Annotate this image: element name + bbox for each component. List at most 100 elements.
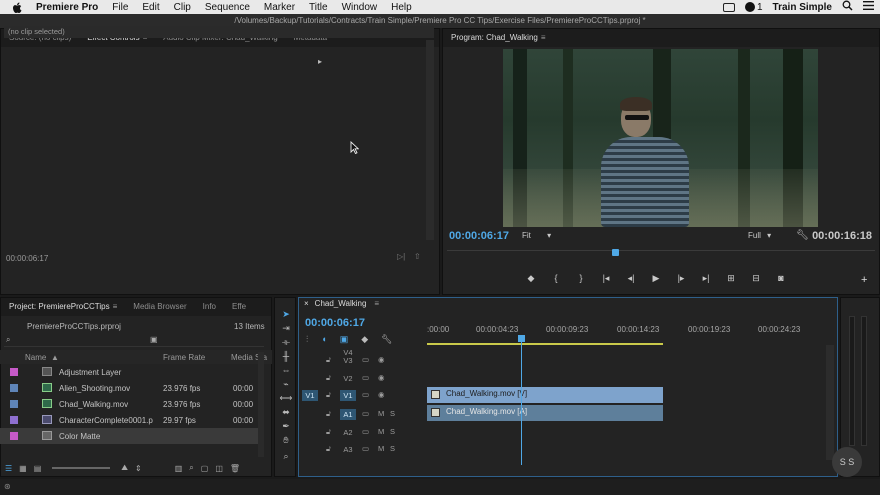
- new-bin-footer-icon[interactable]: ▢: [201, 464, 209, 473]
- work-area-bar[interactable]: [427, 343, 663, 345]
- timeline-ruler[interactable]: :00:00 00:00:04:23 00:00:09:23 00:00:14:…: [427, 322, 832, 344]
- selection-tool-icon[interactable]: ➤: [279, 308, 293, 320]
- eye-icon[interactable]: ◉: [378, 390, 385, 399]
- track-label[interactable]: A1: [340, 409, 356, 420]
- user-name[interactable]: Train Simple: [773, 2, 832, 13]
- sort-icons-icon[interactable]: ⛰: [121, 463, 128, 473]
- eye-icon[interactable]: ◉: [378, 355, 385, 364]
- mute-button[interactable]: M: [378, 444, 384, 453]
- rolling-edit-tool-icon[interactable]: ╫: [279, 350, 293, 362]
- lock-icon[interactable]: 🔓︎: [326, 444, 331, 454]
- solo-button[interactable]: S: [390, 409, 395, 418]
- find-icon[interactable]: ⌕: [189, 463, 193, 473]
- project-item[interactable]: Color Matte: [0, 428, 260, 444]
- menu-app[interactable]: Premiere Pro: [36, 2, 98, 13]
- column-name[interactable]: Name: [25, 353, 46, 362]
- ripple-edit-tool-icon[interactable]: ⟛: [279, 336, 293, 348]
- project-scrollbar[interactable]: [258, 352, 264, 457]
- notification-center-icon[interactable]: [863, 1, 874, 13]
- export-frame-icon[interactable]: ◙: [775, 273, 787, 284]
- resolution-select[interactable]: Full ▾: [748, 231, 771, 240]
- program-time-ruler[interactable]: [447, 250, 875, 262]
- lock-icon[interactable]: 🔓︎: [326, 427, 331, 437]
- track-label[interactable]: A3: [340, 444, 356, 455]
- track-label[interactable]: V3: [340, 355, 356, 366]
- project-item[interactable]: Chad_Walking.mov 23.976 fps 00:00: [0, 396, 260, 412]
- go-to-in-icon[interactable]: |◂: [600, 273, 612, 284]
- new-bin-icon[interactable]: ▣: [150, 335, 158, 344]
- timeline-clip-audio[interactable]: Chad_Walking.mov [A]: [427, 405, 663, 421]
- step-forward-icon[interactable]: |▸: [675, 273, 687, 284]
- source-patch-v1[interactable]: V1: [302, 390, 318, 401]
- step-back-icon[interactable]: ◂|: [625, 273, 637, 284]
- menu-file[interactable]: File: [112, 2, 128, 13]
- zoom-slider[interactable]: [52, 467, 111, 469]
- effect-controls-timecode[interactable]: 00:00:06:17: [6, 254, 48, 263]
- program-timecode[interactable]: 00:00:06:17: [449, 230, 509, 242]
- menu-marker[interactable]: Marker: [264, 2, 295, 13]
- tab-info[interactable]: Info: [195, 298, 224, 316]
- sync-lock-icon[interactable]: ▭: [362, 355, 369, 364]
- tab-sequence[interactable]: × Chad_Walking ≡: [304, 299, 379, 308]
- export-icon[interactable]: ⇧: [414, 252, 424, 261]
- lock-icon[interactable]: 🔓︎: [326, 390, 331, 400]
- extract-icon[interactable]: ⊟: [750, 273, 762, 284]
- filter-icon[interactable]: ▷|: [397, 252, 407, 261]
- track-label[interactable]: V1: [340, 390, 356, 401]
- spotlight-search-icon[interactable]: [842, 0, 853, 14]
- menu-title[interactable]: Title: [309, 2, 328, 13]
- mute-button[interactable]: M: [378, 409, 384, 418]
- out-point-icon[interactable]: }: [575, 273, 587, 284]
- project-item[interactable]: Adjustment Layer: [0, 364, 260, 380]
- eye-icon[interactable]: ◉: [378, 373, 385, 382]
- notification-badge[interactable]: 1: [744, 2, 763, 13]
- add-button-icon[interactable]: +: [861, 274, 867, 286]
- menu-edit[interactable]: Edit: [142, 2, 159, 13]
- go-to-out-icon[interactable]: ▸|: [700, 273, 712, 284]
- project-item[interactable]: CharacterComplete0001.p 29.97 fps 00:00: [0, 412, 260, 428]
- render-status-icon[interactable]: ⊛: [4, 482, 11, 491]
- tab-program[interactable]: Program: Chad_Walking ≡: [443, 29, 554, 47]
- razor-tool-icon[interactable]: ⌁: [279, 378, 293, 390]
- sort-order-icon[interactable]: ⇕: [135, 464, 142, 473]
- track-label[interactable]: A2: [340, 427, 356, 438]
- freeform-view-icon[interactable]: ▤: [34, 464, 42, 473]
- icon-view-icon[interactable]: ▦: [19, 464, 27, 473]
- lift-icon[interactable]: ⊞: [725, 273, 737, 284]
- marker-icon[interactable]: ◆: [525, 273, 537, 284]
- solo-button[interactable]: S: [390, 444, 395, 453]
- menu-window[interactable]: Window: [342, 2, 378, 13]
- timeline-timecode[interactable]: 00:00:06:17: [305, 317, 365, 329]
- automate-to-sequence-icon[interactable]: ▥: [175, 464, 183, 473]
- menu-clip[interactable]: Clip: [174, 2, 191, 13]
- timeline-scrollbar[interactable]: [826, 345, 834, 460]
- close-icon[interactable]: ×: [304, 299, 309, 308]
- pen-tool-icon[interactable]: ✒: [279, 420, 293, 432]
- zoom-fit-select[interactable]: Fit ▾: [522, 231, 551, 240]
- lock-icon[interactable]: 🔓︎: [326, 355, 331, 365]
- program-video-frame[interactable]: [503, 49, 818, 227]
- in-point-icon[interactable]: {: [550, 273, 562, 284]
- track-select-tool-icon[interactable]: ⇥: [279, 322, 293, 334]
- tab-project[interactable]: Project: PremiereProCCTips ≡: [1, 298, 125, 316]
- mute-button[interactable]: M: [378, 427, 384, 436]
- apple-icon[interactable]: [12, 2, 26, 13]
- sync-lock-icon[interactable]: ▭: [362, 373, 369, 382]
- slip-tool-icon[interactable]: ⟷: [279, 392, 293, 404]
- zoom-tool-icon[interactable]: ⌕: [279, 450, 293, 462]
- project-search-input[interactable]: ⌕ ▣: [4, 334, 264, 347]
- program-playhead[interactable]: [612, 249, 619, 256]
- lock-icon[interactable]: 🔓︎: [326, 373, 331, 383]
- timeline-playhead[interactable]: [521, 335, 522, 465]
- menu-sequence[interactable]: Sequence: [205, 2, 250, 13]
- effect-controls-scrollbar[interactable]: [426, 40, 434, 240]
- trash-icon[interactable]: 🗑︎: [230, 464, 240, 473]
- project-item[interactable]: Alien_Shooting.mov 23.976 fps 00:00: [0, 380, 260, 396]
- track-label[interactable]: V2: [340, 373, 356, 384]
- sync-lock-icon[interactable]: ▭: [362, 390, 369, 399]
- tab-media-browser[interactable]: Media Browser: [125, 298, 194, 316]
- sync-lock-icon[interactable]: ▭: [362, 444, 369, 453]
- sync-lock-icon[interactable]: ▭: [362, 427, 369, 436]
- wrench-icon[interactable]: 🔧︎: [796, 230, 809, 241]
- column-frame-rate[interactable]: Frame Rate: [163, 353, 205, 362]
